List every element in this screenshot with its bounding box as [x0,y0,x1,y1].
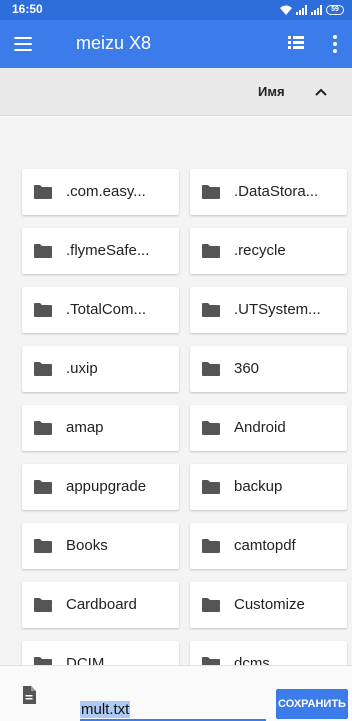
folder-name: .uxip [66,360,98,377]
save-button[interactable]: СОХРАНИТЬ [276,689,348,719]
folder-icon [34,185,52,199]
folder-name: Android [234,419,286,436]
list-view-icon[interactable] [288,36,304,50]
folder-name: DCIM [66,655,105,665]
folder-icon [202,539,220,553]
folder-name: 360 [234,360,260,377]
folder-icon [34,598,52,612]
folder-name: .UTSystem... [234,301,321,318]
folder-item[interactable]: .com.easy... [22,169,179,215]
folder-name: .DataStora... [234,183,319,200]
status-time: 16:50 [12,2,43,16]
folder-icon [34,362,52,376]
app-bar: meizu X8 [0,20,352,68]
folder-item[interactable]: amap [22,405,179,451]
folder-item[interactable]: Customize [190,582,347,628]
folder-icon [34,539,52,553]
save-bar: mult.txt СОХРАНИТЬ [0,665,352,721]
folder-name: appupgrade [66,478,147,495]
folder-name: backup [234,478,283,495]
folder-icon [34,244,52,258]
folder-icon [202,480,220,494]
folder-icon [202,362,220,376]
file-list[interactable]: .com.easy... .DataStora... .flymeSafe... .r… [0,117,352,665]
folder-item[interactable]: DCIM [22,641,179,665]
folder-item[interactable]: .TotalCom... [22,287,179,333]
filename-text[interactable]: mult.txt [80,701,131,718]
folder-name: Books [66,537,108,554]
folder-name: .TotalCom... [66,301,147,318]
folder-item[interactable]: backup [190,464,347,510]
folder-icon [202,421,220,435]
document-icon [23,686,36,704]
folder-item[interactable]: Android [190,405,347,451]
folder-icon [202,657,220,665]
folder-icon [202,598,220,612]
folder-item[interactable]: .flymeSafe... [22,228,179,274]
wifi-icon [280,5,292,15]
sort-bar: Имя [0,68,352,116]
folder-item[interactable]: .UTSystem... [190,287,347,333]
folder-name: amap [66,419,104,436]
folder-name: .recycle [234,242,286,259]
status-icons: 59 [280,2,344,18]
folder-item[interactable]: .DataStora... [190,169,347,215]
menu-icon[interactable] [14,37,32,51]
signal-icon [296,5,307,15]
sort-by-name-button[interactable]: Имя [258,84,285,99]
folder-item[interactable]: Books [22,523,179,569]
folder-item[interactable]: .uxip [22,346,179,392]
folder-icon [34,303,52,317]
folder-item[interactable]: .recycle [190,228,347,274]
battery-icon: 59 [326,5,344,15]
folder-icon [202,244,220,258]
folder-name: dcms [234,655,270,665]
folder-name: .com.easy... [66,183,146,200]
folder-icon [34,421,52,435]
status-bar: 16:50 59 [0,0,352,20]
folder-item[interactable]: Cardboard [22,582,179,628]
chevron-up-icon[interactable] [315,88,327,96]
app-title: meizu X8 [76,33,152,53]
folder-name: .flymeSafe... [66,242,150,259]
folder-icon [202,303,220,317]
overflow-menu-icon[interactable] [326,34,344,54]
folder-icon [202,185,220,199]
folder-name: Customize [234,596,305,613]
signal-icon [311,5,322,15]
folder-item[interactable]: appupgrade [22,464,179,510]
folder-name: Cardboard [66,596,137,613]
folder-name: camtopdf [234,537,296,554]
folder-item[interactable]: camtopdf [190,523,347,569]
folder-item[interactable]: dcms [190,641,347,665]
folder-icon [34,480,52,494]
folder-item[interactable]: 360 [190,346,347,392]
folder-icon [34,657,52,665]
